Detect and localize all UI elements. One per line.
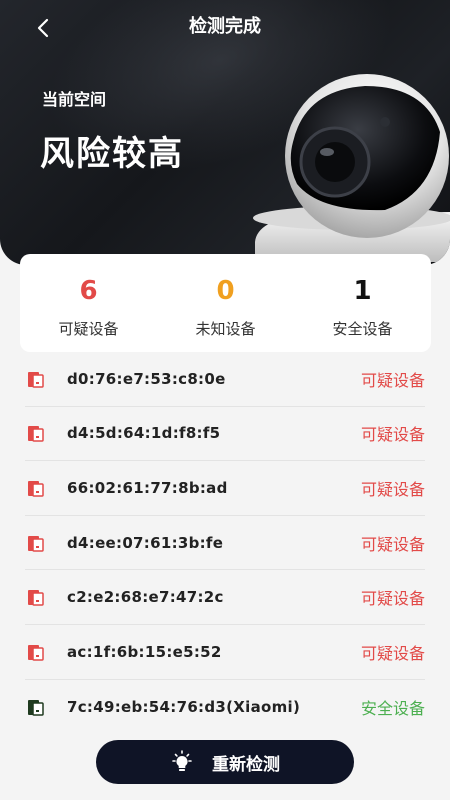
lightbulb-icon <box>172 750 192 771</box>
device-icon <box>28 426 44 443</box>
device-status: 安全设备 <box>360 698 425 718</box>
device-mac: ac:1f:6b:15:e5:52 <box>67 642 222 661</box>
risk-level: 风险较高 <box>40 134 184 174</box>
device-row[interactable]: 66:02:61:77:8b:ad 可疑设备 <box>25 461 425 516</box>
stat-unknown-label: 未知设备 <box>195 320 256 338</box>
rescan-label: 重新检测 <box>212 754 280 775</box>
device-mac: 66:02:61:77:8b:ad <box>67 478 228 497</box>
device-row[interactable]: d4:5d:64:1d:f8:f5 可疑设备 <box>25 407 425 462</box>
device-icon <box>28 590 44 606</box>
rescan-button[interactable]: 重新检测 <box>96 740 354 784</box>
stats-card: 6 可疑设备 0 未知设备 1 安全设备 <box>20 254 431 352</box>
device-icon <box>28 480 44 497</box>
device-status: 可疑设备 <box>360 589 425 609</box>
device-status: 可疑设备 <box>360 643 425 663</box>
stat-suspicious-count: 6 <box>79 276 98 306</box>
device-status: 可疑设备 <box>360 479 425 499</box>
header: 检测完成 当前空间 风险较高 <box>0 0 450 265</box>
device-row[interactable]: c2:e2:68:e7:47:2c 可疑设备 <box>25 570 425 625</box>
device-mac: 7c:49:eb:54:76:d3(Xiaomi) <box>67 697 301 716</box>
stat-safe-label: 安全设备 <box>332 320 393 338</box>
device-row[interactable]: d0:76:e7:53:c8:0e 可疑设备 <box>25 352 425 407</box>
device-status: 可疑设备 <box>360 425 425 445</box>
stat-unknown[interactable]: 0 未知设备 <box>157 254 294 352</box>
stat-safe-count: 1 <box>353 276 372 306</box>
device-mac: d0:76:e7:53:c8:0e <box>67 369 226 388</box>
stat-safe[interactable]: 1 安全设备 <box>294 254 431 352</box>
stat-suspicious-label: 可疑设备 <box>58 320 119 338</box>
device-row[interactable]: ac:1f:6b:15:e5:52 可疑设备 <box>25 625 425 680</box>
device-status: 可疑设备 <box>360 370 425 390</box>
device-mac: d4:ee:07:61:3b:fe <box>67 533 224 552</box>
device-mac: c2:e2:68:e7:47:2c <box>67 588 224 607</box>
stat-suspicious[interactable]: 6 可疑设备 <box>20 254 157 352</box>
device-mac: d4:5d:64:1d:f8:f5 <box>67 424 221 443</box>
camera-illustration <box>253 74 450 262</box>
device-list: d0:76:e7:53:c8:0e 可疑设备 d4:5d:64:1d:f8:f5… <box>25 352 425 734</box>
device-icon <box>28 535 44 552</box>
device-icon <box>28 644 44 661</box>
device-icon <box>28 371 44 388</box>
device-status: 可疑设备 <box>360 534 425 554</box>
device-icon <box>28 699 44 716</box>
device-row[interactable]: d4:ee:07:61:3b:fe 可疑设备 <box>25 516 425 571</box>
stat-unknown-count: 0 <box>216 276 235 306</box>
page-title: 检测完成 <box>189 16 261 37</box>
device-row[interactable]: 7c:49:eb:54:76:d3(Xiaomi) 安全设备 <box>25 680 425 735</box>
space-label: 当前空间 <box>42 90 107 109</box>
